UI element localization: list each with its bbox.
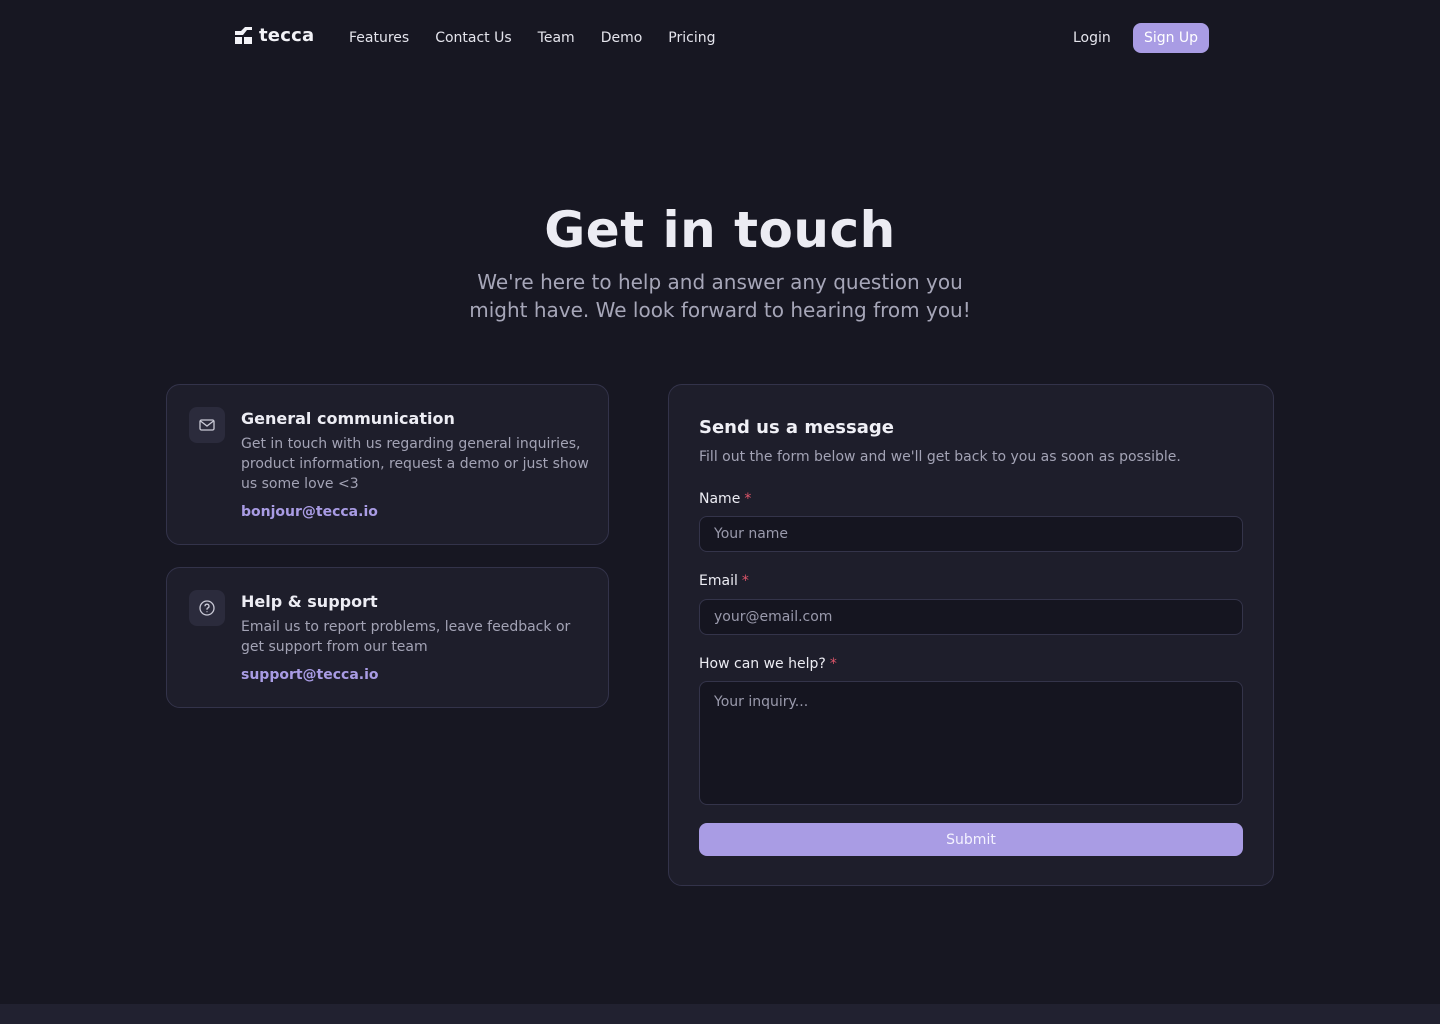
required-mark: * <box>741 573 749 589</box>
tecca-logo-icon <box>235 27 253 45</box>
card-title: General communication <box>241 409 455 428</box>
nav-link-features[interactable]: Features <box>349 28 409 48</box>
form-title: Send us a message <box>699 417 894 438</box>
brand-name: tecca <box>259 25 315 46</box>
top-nav: tecca Features Contact Us Team Demo Pric… <box>0 0 1440 76</box>
page-subtitle: We're here to help and answer any questi… <box>469 270 971 322</box>
page-title: Get in touch <box>544 201 896 259</box>
nav-link-pricing[interactable]: Pricing <box>668 28 715 48</box>
footer-edge <box>0 1004 1440 1024</box>
nav-link-team[interactable]: Team <box>538 28 575 48</box>
contact-form: Send us a message Fill out the form belo… <box>668 384 1274 886</box>
email-label: Email * <box>699 571 749 591</box>
nav-link-contact-us[interactable]: Contact Us <box>435 28 511 48</box>
brand-logo[interactable]: tecca <box>235 26 314 46</box>
help-circle-icon <box>189 590 225 626</box>
form-subtitle: Fill out the form below and we'll get ba… <box>699 449 1181 465</box>
inquiry-textarea[interactable] <box>699 681 1243 805</box>
email-input[interactable] <box>699 599 1243 635</box>
card-title: Help & support <box>241 592 378 611</box>
general-email-link[interactable]: bonjour@tecca.io <box>241 502 378 522</box>
help-label-text: How can we help? <box>699 656 826 672</box>
nav-links: Features Contact Us Team Demo Pricing <box>349 28 742 48</box>
login-link[interactable]: Login <box>1073 28 1111 48</box>
name-label-text: Name <box>699 491 741 507</box>
help-label: How can we help? * <box>699 654 837 674</box>
email-label-text: Email <box>699 573 738 589</box>
signup-button[interactable]: Sign Up <box>1133 23 1209 53</box>
required-mark: * <box>744 491 752 507</box>
name-label: Name * <box>699 489 751 509</box>
required-mark: * <box>829 656 837 672</box>
contact-card-support: Help & support Email us to report proble… <box>166 567 609 708</box>
contact-card-general: General communication Get in touch with … <box>166 384 609 545</box>
card-description: Get in touch with us regarding general i… <box>241 436 589 492</box>
mail-icon <box>189 407 225 443</box>
submit-button[interactable]: Submit <box>699 823 1243 856</box>
name-input[interactable] <box>699 516 1243 552</box>
card-description: Email us to report problems, leave feedb… <box>241 619 571 655</box>
nav-link-demo[interactable]: Demo <box>601 28 643 48</box>
support-email-link[interactable]: support@tecca.io <box>241 665 379 685</box>
